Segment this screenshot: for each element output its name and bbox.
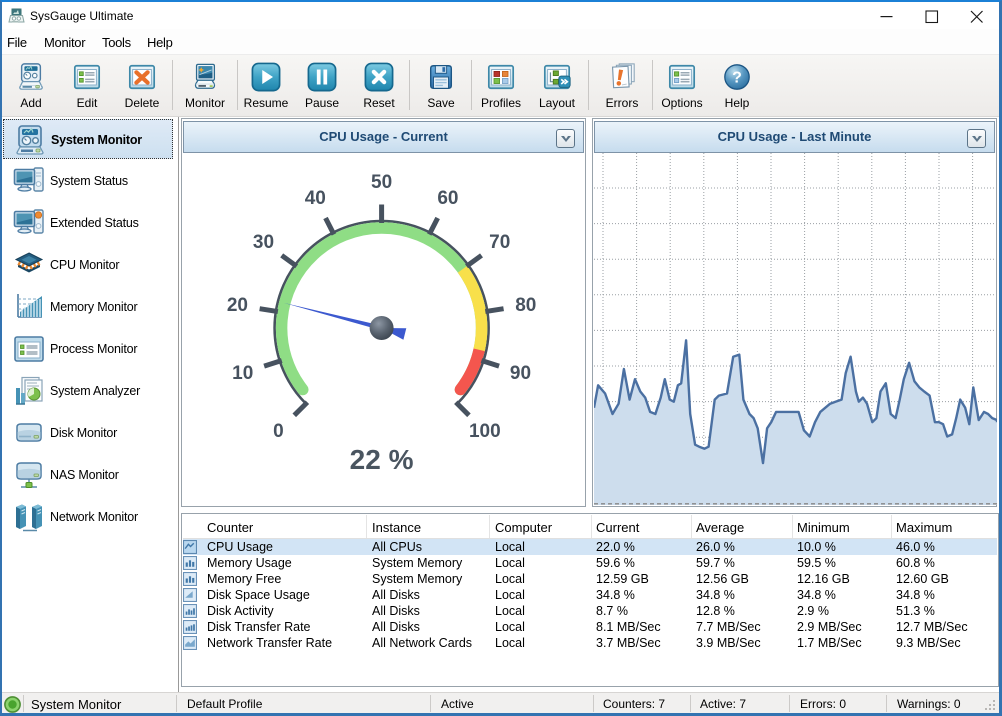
svg-text:80: 80 (515, 295, 536, 316)
svg-text:100: 100 (469, 421, 501, 442)
svg-text:20: 20 (227, 295, 248, 316)
svg-text:22 %: 22 % (350, 444, 414, 475)
svg-text:40: 40 (305, 188, 326, 209)
svg-text:60: 60 (437, 188, 458, 209)
svg-text:90: 90 (510, 363, 531, 384)
svg-text:10: 10 (232, 363, 253, 384)
svg-text:50: 50 (371, 172, 392, 193)
svg-text:30: 30 (253, 232, 274, 253)
svg-text:70: 70 (489, 232, 510, 253)
svg-text:0: 0 (273, 421, 284, 442)
svg-text:?: ? (732, 70, 742, 87)
